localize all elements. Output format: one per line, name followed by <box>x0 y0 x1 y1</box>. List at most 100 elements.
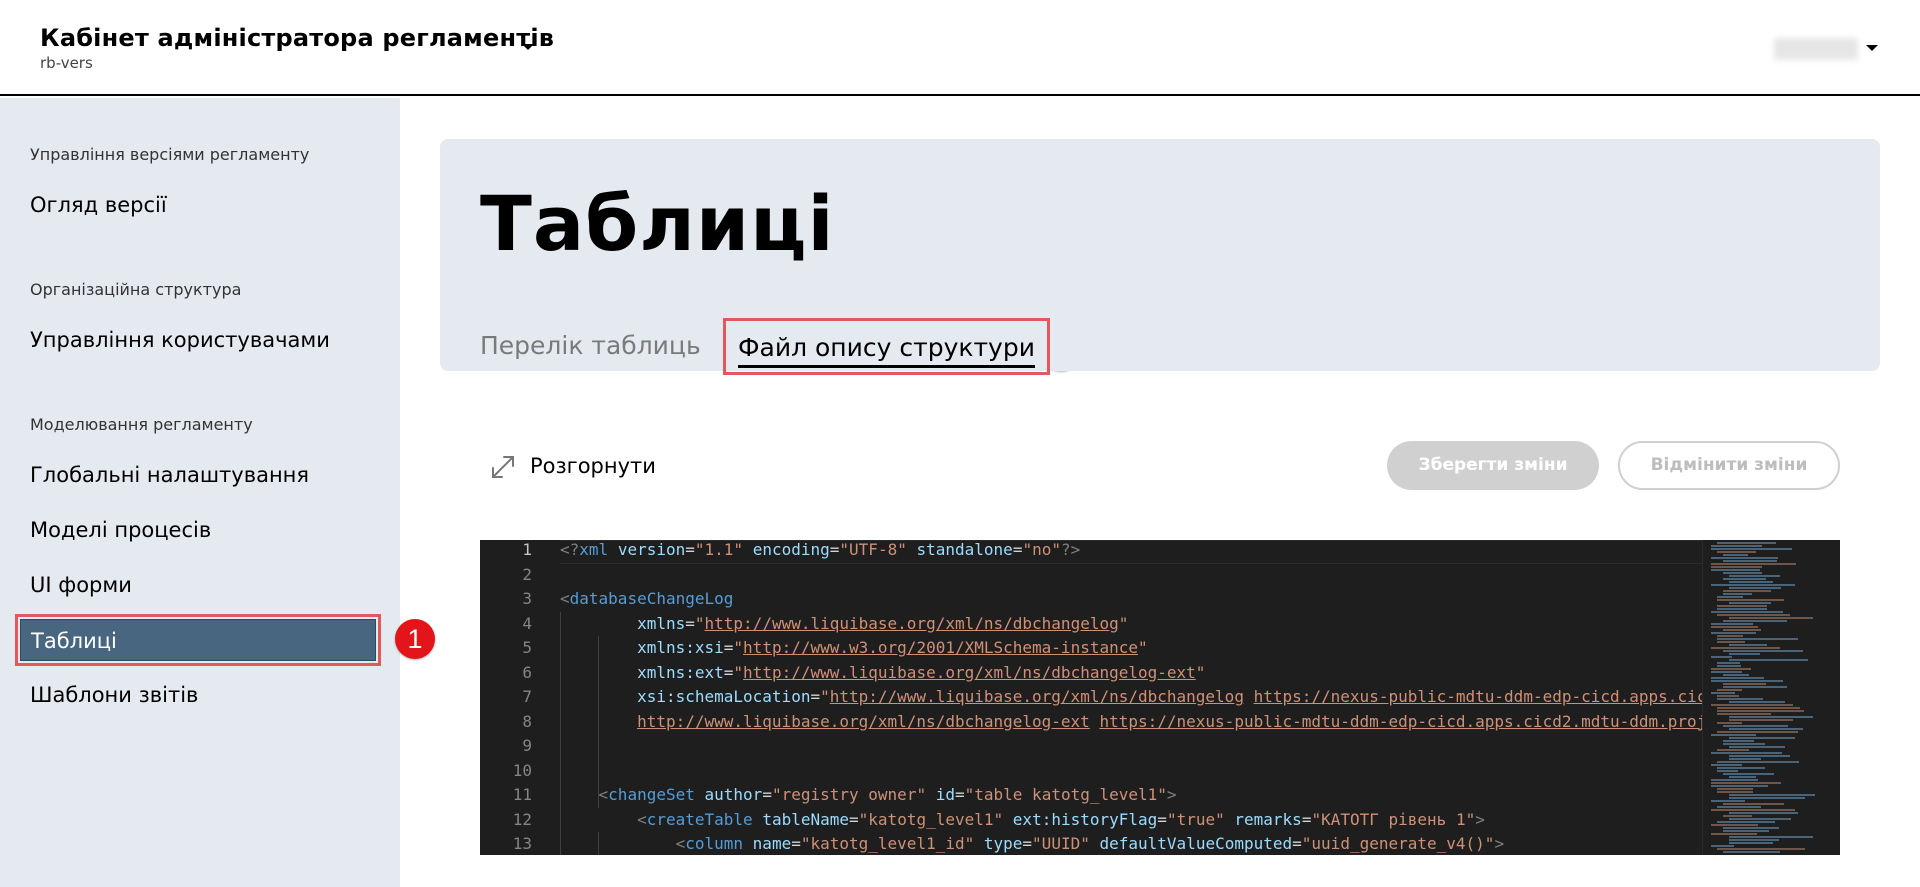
minimap-line <box>1723 815 1752 817</box>
minimap-line <box>1717 689 1742 691</box>
minimap-line <box>1717 806 1761 808</box>
minimap-line <box>1729 716 1813 718</box>
line-number: 10 <box>512 760 532 780</box>
minimap-line <box>1723 620 1787 622</box>
minimap-line <box>1711 800 1745 802</box>
minimap-line <box>1717 638 1798 640</box>
code-line: xmlns:ext="http://www.liquibase.org/xml/… <box>637 662 1206 682</box>
user-menu-chevron-down-icon <box>1866 45 1878 51</box>
minimap-line <box>1711 623 1753 625</box>
code-line: <createTable tableName="katotg_level1" e… <box>637 809 1485 829</box>
tab-structure-file[interactable]: Файл опису структури <box>723 318 1050 375</box>
save-changes-button[interactable]: Зберегти зміни <box>1387 441 1599 490</box>
minimap-line <box>1711 656 1732 658</box>
code-line: xmlns="http://www.liquibase.org/xml/ns/d… <box>637 613 1129 633</box>
minimap-line <box>1711 647 1780 649</box>
minimap-line <box>1729 839 1779 841</box>
minimap-line <box>1729 575 1780 577</box>
sidebar-item-user-management[interactable]: Управління користувачами <box>20 319 376 361</box>
minimap-line <box>1723 743 1765 745</box>
minimap-line <box>1711 845 1734 847</box>
line-number-gutter: 1 2 3 4 5 6 7 8 9 10 11 12 13 <box>480 540 552 855</box>
minimap-line <box>1723 554 1748 556</box>
sidebar-item-report-templates[interactable]: Шаблони звітів <box>20 674 376 716</box>
chevron-down-icon[interactable] <box>518 38 542 58</box>
line-number: 3 <box>522 589 532 608</box>
user-name: ████████ <box>1774 38 1858 60</box>
tab-label: Файл опису структури <box>738 333 1035 362</box>
minimap-line <box>1711 785 1768 787</box>
minimap-line <box>1717 767 1765 769</box>
expand-icon <box>492 456 514 478</box>
minimap-line <box>1711 668 1751 670</box>
minimap-line <box>1729 728 1803 730</box>
minimap[interactable] <box>1702 540 1840 855</box>
minimap-line <box>1717 665 1741 667</box>
line-number: 5 <box>522 638 532 657</box>
sidebar-item-global-settings[interactable]: Глобальні налаштування <box>20 454 376 496</box>
minimap-line <box>1729 842 1773 844</box>
minimap-line <box>1717 614 1790 616</box>
code-line: xsi:schemaLocation="http://www.liquibase… <box>637 687 1780 706</box>
sidebar-item-ui-forms[interactable]: UI форми <box>20 564 376 606</box>
minimap-line <box>1711 671 1742 673</box>
sidebar-item-process-models[interactable]: Моделі процесів <box>20 509 376 551</box>
sidebar-item-tables[interactable]: Таблиці <box>15 614 381 666</box>
line-number: 11 <box>512 785 532 804</box>
minimap-line <box>1717 605 1767 607</box>
minimap-line <box>1723 560 1777 562</box>
minimap-line <box>1717 707 1800 709</box>
minimap-line <box>1729 758 1761 760</box>
minimap-line <box>1729 581 1773 583</box>
minimap-line <box>1711 626 1758 628</box>
code-editor[interactable]: 1 2 3 4 5 6 7 8 9 10 11 12 13 <?xml version="1.1" en… <box>480 540 1840 855</box>
code-line: http://www.liquibase.org/xml/ns/dbchange… <box>637 711 1780 731</box>
minimap-line <box>1717 662 1740 664</box>
minimap-line <box>1729 617 1813 619</box>
sidebar-section-title: Моделювання регламенту <box>30 415 253 434</box>
code-line: xmlns:xsi="http://www.w3.org/2001/XMLSch… <box>637 638 1148 657</box>
tab-table-list[interactable]: Перелік таблиць <box>480 331 701 360</box>
minimap-line <box>1717 635 1743 637</box>
app-subtitle: rb-vers <box>40 54 93 72</box>
minimap-line <box>1729 746 1785 748</box>
minimap-line <box>1717 599 1784 601</box>
sidebar-item-version-overview[interactable]: Огляд версії <box>20 184 376 226</box>
minimap-line <box>1717 698 1763 700</box>
minimap-line <box>1717 710 1804 712</box>
minimap-line <box>1711 764 1742 766</box>
minimap-line <box>1711 545 1762 547</box>
minimap-line <box>1723 830 1769 832</box>
minimap-line <box>1729 587 1781 589</box>
minimap-line <box>1717 608 1767 610</box>
line-number: 2 <box>522 564 532 584</box>
line-number: 4 <box>522 613 532 633</box>
annotation-badge-1: 1 <box>395 619 435 659</box>
minimap-line <box>1729 818 1791 820</box>
minimap-line <box>1717 791 1753 793</box>
minimap-line <box>1717 788 1753 790</box>
minimap-line <box>1717 695 1739 697</box>
minimap-line <box>1729 737 1795 739</box>
minimap-line <box>1717 848 1805 850</box>
minimap-line <box>1717 596 1743 598</box>
minimap-line <box>1729 659 1808 661</box>
minimap-line <box>1729 797 1805 799</box>
minimap-line <box>1729 644 1767 646</box>
line-number: 6 <box>522 662 532 682</box>
minimap-line <box>1717 731 1798 733</box>
minimap-line <box>1711 782 1781 784</box>
cancel-changes-button[interactable]: Відмінити зміни <box>1618 441 1840 490</box>
expand-label: Розгорнути <box>530 454 656 478</box>
minimap-line <box>1717 722 1742 724</box>
user-menu[interactable]: ████████ <box>1774 34 1884 62</box>
line-number: 13 <box>512 834 532 853</box>
code-line: <?xml version="1.1" encoding="UTF-8" sta… <box>560 540 1081 559</box>
sidebar: Управління версіями регламенту Огляд вер… <box>0 98 400 887</box>
minimap-line <box>1711 632 1756 634</box>
minimap-line <box>1729 602 1771 604</box>
minimap-line <box>1729 653 1760 655</box>
minimap-line <box>1711 692 1735 694</box>
minimap-line <box>1717 770 1738 772</box>
code-area[interactable]: <?xml version="1.1" encoding="UTF-8" sta… <box>560 540 1780 855</box>
